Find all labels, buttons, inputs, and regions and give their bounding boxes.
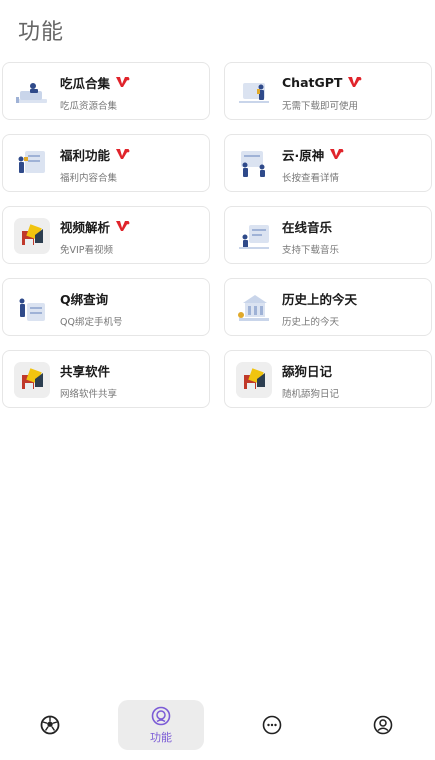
card-title: 云·原神 — [282, 147, 325, 163]
video-puzzle-icon — [14, 218, 50, 254]
card-subtitle: 免VIP看视频 — [60, 245, 114, 256]
vip-badge-icon — [330, 149, 344, 159]
card-title: 视频解析 — [60, 219, 111, 235]
card-title-row: 共享软件 — [60, 361, 110, 379]
bottom-nav: 功能 — [0, 700, 435, 752]
feature-card-qq-bind[interactable]: Q绑查询 QQ绑定手机号 — [2, 278, 210, 336]
card-title: ChatGPT — [282, 74, 343, 90]
card-subtitle: 福利内容合集 — [60, 173, 118, 184]
diary-puzzle-icon — [236, 362, 272, 398]
card-subtitle: 历史上的今天 — [282, 317, 340, 328]
vip-badge-icon — [116, 149, 130, 159]
feature-card-music[interactable]: 在线音乐 支持下载音乐 — [224, 206, 432, 264]
card-title-row: 历史上的今天 — [282, 289, 357, 307]
card-subtitle: QQ绑定手机号 — [60, 317, 123, 328]
music-person-illustration — [239, 225, 269, 249]
genshin-person-illustration — [241, 151, 265, 177]
card-title-row: 云·原神 — [282, 145, 344, 163]
card-title: 在线音乐 — [282, 219, 333, 235]
sofa-person-illustration — [16, 83, 47, 103]
chatgpt-person-illustration — [239, 83, 269, 103]
card-title: 吃瓜合集 — [60, 75, 111, 91]
card-title: 历史上的今天 — [282, 291, 358, 307]
card-subtitle: 长按查看详情 — [282, 173, 340, 184]
qq-person-illustration — [19, 298, 45, 321]
card-subtitle: 支持下载音乐 — [282, 245, 340, 256]
card-subtitle: 吃瓜资源合集 — [60, 101, 118, 112]
soccer-ball-icon — [40, 715, 60, 735]
face-circle-icon — [151, 706, 171, 725]
nav-item-home[interactable] — [7, 700, 93, 750]
welfare-person-illustration — [18, 151, 45, 173]
nav-item-features[interactable]: 功能 — [118, 700, 204, 750]
card-title-row: 在线音乐 — [282, 217, 332, 235]
feature-card-shared-software[interactable]: 共享软件 网络软件共享 — [2, 350, 210, 408]
vip-badge-icon — [116, 77, 130, 87]
feature-card-diary[interactable]: 舔狗日记 随机舔狗日记 — [224, 350, 432, 408]
history-building-illustration — [238, 295, 269, 321]
feature-card-video-parse[interactable]: 视频解析 免VIP看视频 — [2, 206, 210, 264]
feature-card-yuanshen[interactable]: 云·原神 长按查看详情 — [224, 134, 432, 192]
nav-item-profile[interactable] — [340, 700, 426, 750]
feature-card-history-today[interactable]: 历史上的今天 历史上的今天 — [224, 278, 432, 336]
feature-card-chatgpt[interactable]: ChatGPT 无需下载即可使用 — [224, 62, 432, 120]
feature-card-fuli[interactable]: 福利功能 福利内容合集 — [2, 134, 210, 192]
card-title-row: 吃瓜合集 — [60, 73, 130, 91]
card-title: 共享软件 — [60, 363, 111, 379]
vip-badge-icon — [348, 77, 362, 87]
nav-item-more[interactable] — [229, 700, 315, 750]
card-subtitle: 网络软件共享 — [60, 389, 118, 400]
card-title-row: Q绑查询 — [60, 289, 108, 307]
card-title-row: 视频解析 — [60, 217, 130, 235]
nav-label-features: 功能 — [150, 730, 172, 744]
card-title: Q绑查询 — [60, 291, 109, 307]
card-title-row: 舔狗日记 — [282, 361, 332, 379]
card-subtitle: 无需下载即可使用 — [282, 101, 359, 112]
app-root: 功能 吃瓜合集 吃瓜资源合集 ChatGPT 无需下载即可使用 福利功能 福利内… — [0, 0, 435, 760]
feature-card-chigua[interactable]: 吃瓜合集 吃瓜资源合集 — [2, 62, 210, 120]
card-subtitle: 随机舔狗日记 — [282, 389, 340, 400]
card-title-row: 福利功能 — [60, 145, 130, 163]
card-title: 舔狗日记 — [282, 363, 333, 379]
card-title-row: ChatGPT — [282, 73, 362, 91]
page-title: 功能 — [18, 20, 65, 45]
user-circle-icon — [373, 715, 393, 735]
software-puzzle-icon — [14, 362, 50, 398]
card-title: 福利功能 — [60, 147, 111, 163]
vip-badge-icon — [116, 221, 130, 231]
more-dots-icon — [262, 715, 282, 735]
